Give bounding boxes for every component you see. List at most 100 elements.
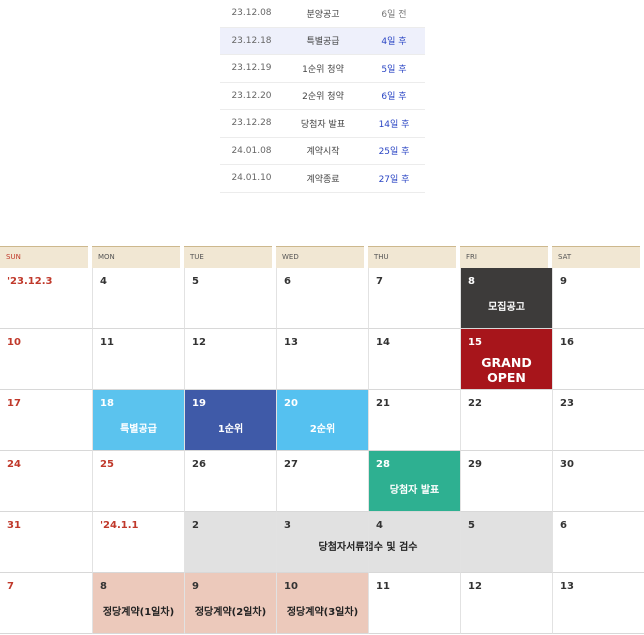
schedule-event: 계약종료	[306, 174, 340, 185]
schedule-event: 2순위 청약	[302, 92, 344, 103]
calendar-day[interactable]: 8 모집공고	[460, 268, 552, 329]
day-number: 11	[376, 581, 390, 592]
day-number: 11	[100, 337, 114, 348]
calendar-day: 13	[552, 573, 644, 634]
day-number: 15	[468, 337, 482, 348]
day-number: 21	[376, 398, 390, 409]
calendar-day: '23.12.3	[0, 268, 92, 329]
day-number: 13	[284, 337, 298, 348]
day-number: 7	[7, 581, 14, 592]
schedule-dday: 27일 후	[378, 174, 410, 185]
schedule-date: 23.12.28	[231, 118, 272, 129]
day-number: 17	[7, 398, 21, 409]
day-number: 6	[560, 520, 567, 531]
day-event: 정당계약(2일차)	[194, 607, 267, 618]
calendar-day: 5	[460, 512, 552, 573]
calendar-day[interactable]: 19 1순위	[184, 390, 276, 451]
calendar-day: 10	[0, 329, 92, 390]
calendar-day: 31	[0, 512, 92, 573]
day-number: 16	[560, 337, 574, 348]
day-number: 18	[100, 398, 114, 409]
day-number: 8	[468, 276, 475, 287]
schedule-row: 23.12.18 특별공급 4일 후	[220, 27, 425, 55]
day-number: 13	[560, 581, 574, 592]
calendar-day[interactable]: 28 당첨자 발표	[368, 451, 460, 512]
schedule-date: 23.12.08	[231, 8, 272, 19]
schedule-event: 계약시작	[306, 147, 340, 158]
day-number: 5	[468, 520, 475, 531]
day-number: 30	[560, 459, 574, 470]
day-number: 14	[376, 337, 390, 348]
calendar-day: 6	[552, 512, 644, 573]
calendar-day[interactable]: 9 정당계약(2일차)	[184, 573, 276, 634]
calendar-day: 13	[276, 329, 368, 390]
day-number: 2	[192, 520, 199, 531]
calendar-day: 21	[368, 390, 460, 451]
day-number: 4	[100, 276, 107, 287]
weekday-sun: SUN	[0, 246, 88, 268]
day-number: 10	[284, 581, 298, 592]
calendar-week: '23.12.3 4 5 6 7 8 모집공고 9	[0, 268, 644, 329]
day-number: 12	[192, 337, 206, 348]
schedule-event: 당첨자 발표	[300, 119, 346, 130]
schedule-row: 23.12.28 당첨자 발표 14일 후	[220, 110, 425, 138]
schedule-row: 23.12.19 1순위 청약 5일 후	[220, 55, 425, 83]
calendar-day: 24	[0, 451, 92, 512]
calendar-week: 10 11 12 13 14 15 GRAND OPEN 16	[0, 329, 644, 390]
day-number: 26	[192, 459, 206, 470]
schedule-row: 23.12.08 분양공고 6일 전	[220, 0, 425, 28]
calendar-day[interactable]: 10 정당계약(3일차)	[276, 573, 368, 634]
schedule-event: 분양공고	[306, 9, 340, 20]
calendar-day[interactable]: 8 정당계약(1일차)	[92, 573, 184, 634]
weekday-thu: THU	[368, 246, 456, 268]
calendar-day: 7	[0, 573, 92, 634]
schedule-date: 23.12.19	[231, 63, 272, 74]
calendar-day[interactable]: 20 2순위	[276, 390, 368, 451]
day-number: 24	[7, 459, 21, 470]
schedule-dday: 6일 전	[381, 9, 407, 20]
day-number: 4	[376, 520, 383, 531]
schedule-dday: 14일 후	[378, 119, 410, 130]
calendar-day: 11	[368, 573, 460, 634]
schedule-date: 24.01.08	[231, 145, 272, 156]
schedule-row: 24.01.10 계약종료 27일 후	[220, 165, 425, 193]
schedule-dday: 6일 후	[381, 92, 407, 103]
calendar-day: 16	[552, 329, 644, 390]
schedule-dday: 25일 후	[378, 147, 410, 158]
day-event: 당첨자 발표	[389, 485, 440, 496]
calendar-weeks: '23.12.3 4 5 6 7 8 모집공고 9 10 11 12 13 14 15 GRAND OPEN…	[0, 268, 644, 634]
calendar-day: 23	[552, 390, 644, 451]
day-number: 9	[560, 276, 567, 287]
day-event: 정당계약(3일차)	[286, 607, 359, 618]
day-number: 29	[468, 459, 482, 470]
schedule-date: 24.01.10	[231, 173, 272, 184]
day-event: 2순위	[309, 424, 336, 435]
weekday-sat: SAT	[552, 246, 640, 268]
day-number: '23.12.3	[7, 276, 53, 287]
day-number: 19	[192, 398, 206, 409]
day-number: 31	[7, 520, 21, 531]
day-number: 20	[284, 398, 298, 409]
calendar-day: 17	[0, 390, 92, 451]
calendar-day: '24.1.1	[92, 512, 184, 573]
calendar: SUN MON TUE WED THU FRI SAT '23.12.3 4 5 6 7 8 모집공고 9…	[0, 246, 644, 634]
calendar-day: 26	[184, 451, 276, 512]
day-event: 정당계약(1일차)	[102, 607, 175, 618]
calendar-day: 4	[368, 512, 460, 573]
calendar-day[interactable]: 15 GRAND OPEN	[460, 329, 552, 390]
calendar-day: 2	[184, 512, 276, 573]
day-number: 28	[376, 459, 390, 470]
calendar-day: 27	[276, 451, 368, 512]
calendar-day: 29	[460, 451, 552, 512]
day-event: 모집공고	[488, 302, 525, 313]
calendar-day[interactable]: 18 특별공급	[92, 390, 184, 451]
schedule-dday: 4일 후	[381, 37, 407, 48]
schedule-event: 1순위 청약	[302, 64, 344, 75]
schedule-table: 23.12.08 분양공고 6일 전 23.12.18 특별공급 4일 후 23.12.19…	[220, 0, 425, 193]
calendar-week: 당첨자서류접수 및 검수 31'24.1.1 2 3 4 5 6	[0, 512, 644, 573]
day-number: 5	[192, 276, 199, 287]
weekday-fri: FRI	[460, 246, 548, 268]
calendar-day: 9	[552, 268, 644, 329]
schedule-row: 24.01.08 계약시작 25일 후	[220, 138, 425, 165]
day-number: 3	[284, 520, 291, 531]
